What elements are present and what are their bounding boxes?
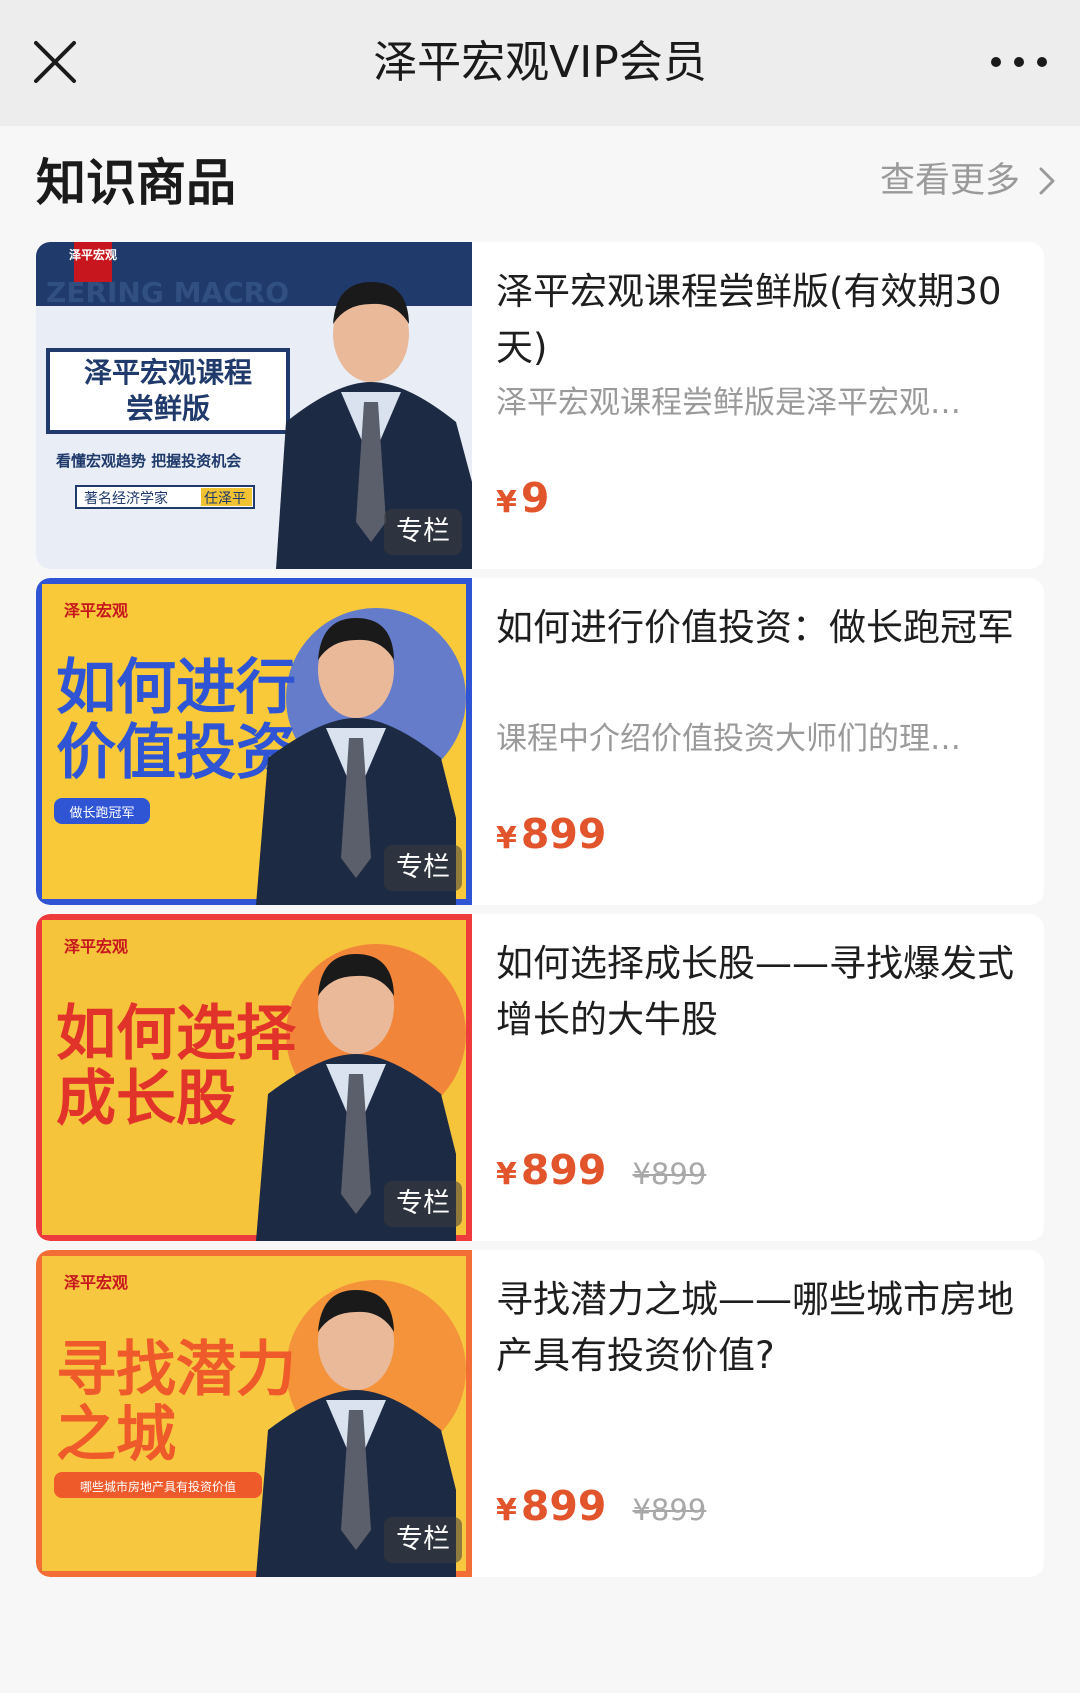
thumbnail-title-line2: 之城 bbox=[56, 1400, 176, 1470]
thumbnail-logo: 泽平宏观 bbox=[64, 937, 128, 956]
product-thumbnail: ZERING MACRO 泽平宏观 泽平宏观课程 尝鲜版 看懂宏观趋势 把握投资… bbox=[36, 242, 472, 569]
thumbnail-slogan: 看懂宏观趋势 把握投资机会 bbox=[56, 452, 241, 470]
price-currency: ¥ bbox=[496, 485, 517, 520]
tag-badge: 专栏 bbox=[384, 509, 462, 555]
tag-badge: 专栏 bbox=[384, 1181, 462, 1227]
thumbnail-pill: 做长跑冠军 bbox=[69, 806, 134, 821]
product-thumbnail: 泽平宏观 寻找潜力 之城 哪些城市房地产具有投资价值 专栏 bbox=[36, 1250, 472, 1577]
thumbnail-title-line1: 寻找潜力 bbox=[56, 1335, 296, 1405]
product-thumbnail: 泽平宏观 如何选择 成长股 专栏 bbox=[36, 914, 472, 1241]
product-title: 寻找潜力之城——哪些城市房地产具有投资价值? bbox=[496, 1278, 1014, 1377]
product-title: 如何进行价值投资：做长跑冠军 bbox=[496, 606, 1014, 649]
price-row: ¥ 899 ¥899 bbox=[496, 1146, 706, 1206]
price-row: ¥ 899 bbox=[496, 810, 606, 870]
product-card[interactable]: 泽平宏观 如何进行 价值投资 做长跑冠军 专栏 如何进行价值投资：做长跑冠军 课… bbox=[36, 578, 1044, 905]
price-value: 899 bbox=[520, 1482, 607, 1530]
price-currency: ¥ bbox=[496, 1493, 517, 1528]
thumbnail-logo: 泽平宏观 bbox=[69, 247, 117, 262]
more-options-icon[interactable] bbox=[984, 44, 1054, 80]
original-price: ¥899 bbox=[632, 1157, 707, 1191]
thumbnail-title-line2: 尝鲜版 bbox=[126, 392, 210, 425]
tag-badge: 专栏 bbox=[384, 845, 462, 891]
section-title: 知识商品 bbox=[36, 154, 236, 212]
chevron-right-icon bbox=[1039, 167, 1055, 195]
thumbnail-title-line2: 成长股 bbox=[56, 1064, 236, 1134]
thumbnail-logo: 泽平宏观 bbox=[64, 601, 128, 620]
product-card[interactable]: 泽平宏观 寻找潜力 之城 哪些城市房地产具有投资价值 专栏 寻找潜力之城——哪些… bbox=[36, 1250, 1044, 1577]
original-price: ¥899 bbox=[632, 1493, 707, 1527]
top-navigation-bar: 泽平宏观VIP会员 bbox=[0, 0, 1080, 126]
thumbnail-caption-right: 任泽平 bbox=[204, 491, 246, 507]
thumbnail-caption-left: 著名经济学家 bbox=[84, 490, 168, 507]
thumbnail-title-line1: 泽平宏观课程 bbox=[84, 356, 252, 389]
thumbnail-title-line1: 如何选择 bbox=[56, 999, 297, 1069]
product-card[interactable]: ZERING MACRO 泽平宏观 泽平宏观课程 尝鲜版 看懂宏观趋势 把握投资… bbox=[36, 242, 1044, 569]
page-title: 泽平宏观VIP会员 bbox=[373, 37, 707, 88]
product-card[interactable]: 泽平宏观 如何选择 成长股 专栏 如何选择成长股——寻找爆发式增长的大牛股 ¥ … bbox=[36, 914, 1044, 1241]
thumbnail-pill: 哪些城市房地产具有投资价值 bbox=[80, 1479, 236, 1494]
tag-badge: 专栏 bbox=[384, 1517, 462, 1563]
product-description: 泽平宏观课程尝鲜版是泽平宏观… bbox=[496, 385, 961, 421]
product-thumbnail: 泽平宏观 如何进行 价值投资 做长跑冠军 专栏 bbox=[36, 578, 472, 905]
product-title: 如何选择成长股——寻找爆发式增长的大牛股 bbox=[496, 942, 1014, 1041]
product-title: 泽平宏观课程尝鲜版(有效期30天) bbox=[496, 270, 1002, 369]
see-more-link[interactable]: 查看更多 bbox=[880, 156, 1056, 206]
thumbnail-title-line2: 价值投资 bbox=[56, 718, 296, 788]
see-more-label: 查看更多 bbox=[879, 161, 1020, 201]
product-description: 课程中介绍价值投资大师们的理… bbox=[496, 721, 961, 757]
price-row: ¥ 9 bbox=[496, 474, 549, 534]
price-row: ¥ 899 ¥899 bbox=[496, 1482, 706, 1542]
price-currency: ¥ bbox=[496, 821, 517, 856]
price-value: 9 bbox=[520, 474, 550, 522]
thumbnail-logo: 泽平宏观 bbox=[64, 1273, 128, 1292]
price-value: 899 bbox=[520, 810, 607, 858]
price-currency: ¥ bbox=[496, 1157, 517, 1192]
content-area: 知识商品 查看更多 ZERING MACRO 泽平宏观 泽平宏观课程 尝鲜版 看… bbox=[0, 126, 1080, 1693]
price-value: 899 bbox=[520, 1146, 607, 1194]
thumbnail-title-line1: 如何进行 bbox=[56, 653, 296, 723]
